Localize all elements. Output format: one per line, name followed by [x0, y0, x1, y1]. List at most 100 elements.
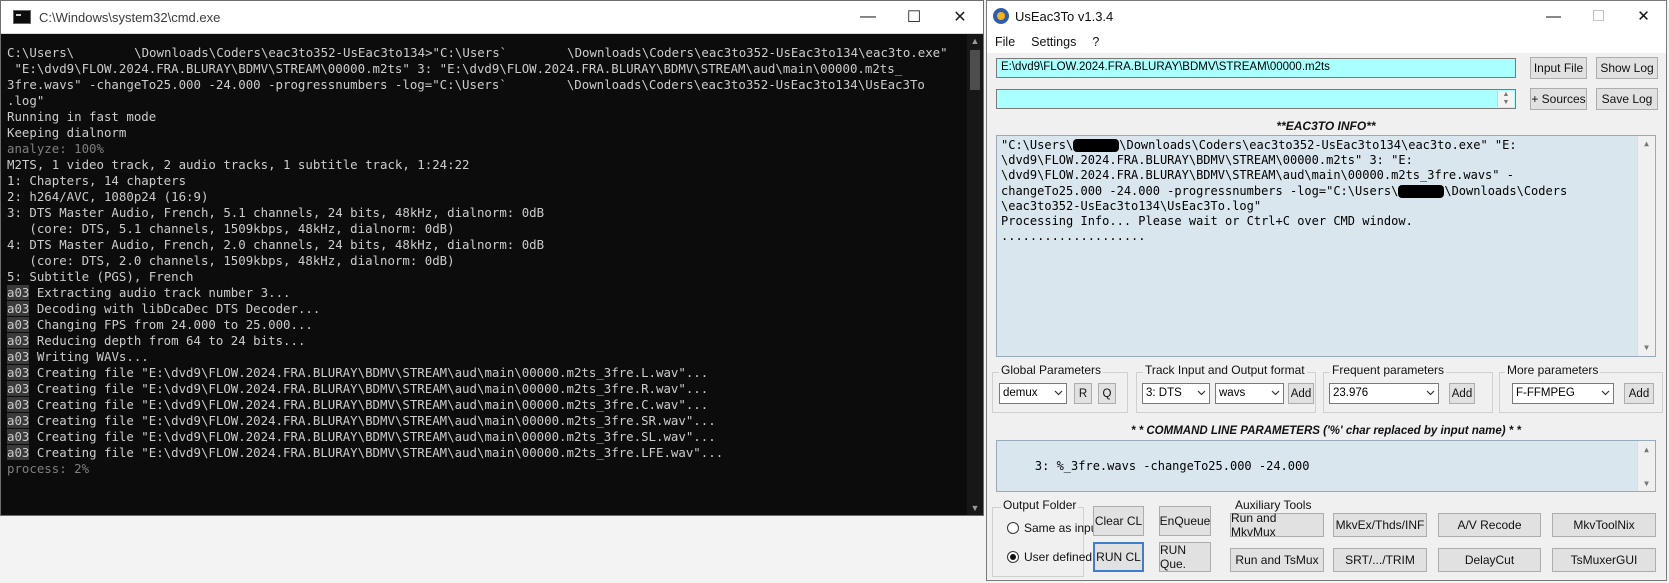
add-frequent-button[interactable]: Add — [1449, 383, 1475, 404]
console-line: C:\Users\ \Downloads\Coders\eac3to352-UsE… — [7, 45, 967, 61]
ue-title: UsEac3To v1.3.4 — [1015, 8, 1114, 24]
user-defined-radio[interactable]: User defined — [1007, 550, 1092, 564]
info-line: "C:\Users\ \Downloads\Coders\eac3to352-Us… — [1001, 138, 1651, 153]
ue-maximize-button: ☐ — [1591, 8, 1606, 25]
console-text: Decoding with libDcaDec DTS Decoder... — [29, 301, 321, 316]
scroll-up-icon[interactable]: ▲ — [967, 34, 983, 48]
console-line: 5: Subtitle (PGS), French — [7, 269, 967, 285]
global-parameters-value: demux — [1003, 387, 1038, 399]
console-text: Changing FPS from 24.000 to 25.000... — [29, 317, 313, 332]
scroll-up-icon[interactable]: ▲ — [1638, 441, 1655, 457]
info-panel[interactable]: "C:\Users\ \Downloads\Coders\eac3to352-Us… — [996, 135, 1656, 357]
radio-on-icon — [1007, 551, 1019, 563]
console-line: a03 Changing FPS from 24.000 to 25.000..… — [7, 317, 967, 333]
chevron-down-icon — [1426, 390, 1435, 396]
redacted-username — [1398, 184, 1445, 198]
console-output[interactable]: C:\Users\ \Downloads\Coders\eac3to352-UsE… — [7, 45, 967, 515]
info-title: **EAC3TO INFO** — [1276, 119, 1376, 133]
info-text: \dvd9\FLOW.2024.FRA.BLURAY\BDMV\STREAM\a… — [1001, 168, 1514, 183]
more-parameters-select[interactable]: F-FFMPEG — [1512, 383, 1614, 404]
scroll-thumb[interactable] — [970, 50, 980, 90]
ue-minimize-button[interactable]: — — [1531, 1, 1576, 31]
ue-titlebar[interactable]: UsEac3To v1.3.4 — ☐ ✕ — [987, 1, 1666, 31]
console-text: 4: DTS Master Audio, French, 2.0 channel… — [7, 237, 545, 252]
track-tag: a03 — [7, 301, 30, 316]
console-text: Extracting audio track number 3... — [29, 285, 291, 300]
menu-file[interactable]: File — [987, 35, 1023, 49]
cmd-close-button[interactable]: ✕ — [937, 1, 983, 33]
user-defined-label: User defined — [1024, 550, 1093, 564]
console-text: Creating file "E:\dvd9\FLOW.2024.FRA.BLU… — [29, 381, 709, 396]
save-log-button[interactable]: Save Log — [1596, 88, 1658, 110]
run-queue-button[interactable]: RUN Que. — [1159, 542, 1211, 572]
enqueue-button[interactable]: EnQueue — [1159, 506, 1211, 536]
console-text: Creating file "E:\dvd9\FLOW.2024.FRA.BLU… — [29, 397, 709, 412]
console-line: .log" — [7, 93, 967, 109]
info-line: \eac3to352-UsEac3to134\UsEac3To.log" — [1001, 199, 1651, 214]
delaycut-button[interactable]: DelayCut — [1438, 548, 1541, 572]
frequent-parameters-select[interactable]: 23.976 — [1329, 383, 1439, 404]
console-line: Keeping dialnorm — [7, 125, 967, 141]
info-scrollbar[interactable]: ▲ ▼ — [1637, 136, 1655, 356]
cmd-window: C:\Windows\system32\cmd.exe — ☐ ✕ C:\Use… — [0, 0, 984, 516]
add-track-button[interactable]: Add — [1288, 383, 1314, 404]
mkvex-thds-inf-button[interactable]: MkvEx/Thds/INF — [1333, 513, 1427, 537]
menu-settings[interactable]: Settings — [1023, 35, 1084, 49]
cmd-titlebar[interactable]: C:\Windows\system32\cmd.exe — ☐ ✕ — [1, 1, 983, 34]
console-text: 3fre.wavs" -changeTo25.000 -24.000 -prog… — [7, 77, 507, 92]
console-text: 2: h264/AVC, 1080p24 (16:9) — [7, 189, 209, 204]
same-as-input-radio[interactable]: Same as input — [1007, 521, 1101, 535]
input-path-field[interactable]: E:\dvd9\FLOW.2024.FRA.BLURAY\BDMV\STREAM… — [996, 58, 1516, 78]
cmd-scrollbar[interactable]: ▲ ▼ — [967, 34, 983, 515]
tsmuxergui-button[interactable]: TsMuxerGUI — [1552, 548, 1656, 572]
run-and-tsmux-button[interactable]: Run and TsMux — [1230, 548, 1324, 572]
av-recode-button[interactable]: A/V Recode — [1438, 513, 1541, 537]
ue-close-button[interactable]: ✕ — [1621, 1, 1666, 31]
console-text: C:\Users\ — [7, 45, 75, 60]
scroll-down-icon[interactable]: ▼ — [1638, 340, 1655, 356]
mkvtoolnix-button[interactable]: MkvToolNix — [1552, 513, 1656, 537]
scroll-down-icon[interactable]: ▼ — [967, 501, 983, 515]
track-tag: a03 — [7, 365, 30, 380]
add-sources-button[interactable]: + Sources — [1530, 88, 1587, 110]
console-line: process: 2% — [7, 461, 967, 477]
menu-help[interactable]: ? — [1084, 35, 1107, 49]
console-text: 1: Chapters, 14 chapters — [7, 173, 187, 188]
scroll-up-icon[interactable]: ▲ — [1638, 136, 1655, 152]
scroll-down-icon[interactable]: ▼ — [1638, 475, 1655, 491]
run-and-mkvmux-button[interactable]: Run and MkvMux — [1230, 511, 1324, 539]
output-folder-group — [992, 507, 1084, 577]
show-log-button[interactable]: Show Log — [1596, 57, 1658, 79]
console-line: a03 Creating file "E:\dvd9\FLOW.2024.FRA… — [7, 381, 967, 397]
srt-trim-button[interactable]: SRT/.../TRIM — [1333, 548, 1427, 572]
track-tag: a03 — [7, 317, 30, 332]
add-more-button[interactable]: Add — [1624, 383, 1654, 404]
console-text: 3: DTS Master Audio, French, 5.1 channel… — [7, 205, 545, 220]
frequent-parameters-value: 23.976 — [1333, 387, 1369, 399]
cmd-minimize-button[interactable]: — — [845, 1, 891, 33]
console-line: analyze: 100% — [7, 141, 967, 157]
sources-field[interactable]: ▲ ▼ — [996, 89, 1516, 109]
input-file-button[interactable]: Input File — [1530, 57, 1587, 79]
info-text: .................... — [1001, 229, 1146, 244]
format-value: wavs — [1219, 387, 1246, 399]
info-line: .................... — [1001, 229, 1651, 244]
spin-icon[interactable]: ▲ ▼ — [1497, 91, 1514, 107]
run-cl-button[interactable]: RUN CL — [1093, 542, 1144, 572]
console-line: Running in fast mode — [7, 109, 967, 125]
q-button[interactable]: Q — [1098, 383, 1116, 404]
command-line-text: 3: %_3fre.wavs -changeTo25.000 -24.000 — [1034, 459, 1310, 473]
cmd-maximize-button[interactable]: ☐ — [891, 1, 937, 33]
console-line: a03 Decoding with libDcaDec DTS Decoder.… — [7, 301, 967, 317]
info-line: \dvd9\FLOW.2024.FRA.BLURAY\BDMV\STREAM\a… — [1001, 168, 1651, 183]
r-button[interactable]: R — [1074, 383, 1092, 404]
global-parameters-select[interactable]: demux — [999, 383, 1067, 404]
command-line-parameters[interactable]: 3: %_3fre.wavs -changeTo25.000 -24.000 ▲… — [996, 440, 1656, 492]
redacted-username — [507, 46, 568, 61]
console-line: (core: DTS, 2.0 channels, 1509kbps, 48kH… — [7, 253, 967, 269]
clear-cl-button[interactable]: Clear CL — [1093, 506, 1144, 536]
cmd-params-scrollbar[interactable]: ▲ ▼ — [1637, 441, 1655, 491]
format-select[interactable]: wavs — [1215, 383, 1284, 404]
track-select[interactable]: 3: DTS — [1142, 383, 1210, 404]
track-tag: a03 — [7, 333, 30, 348]
